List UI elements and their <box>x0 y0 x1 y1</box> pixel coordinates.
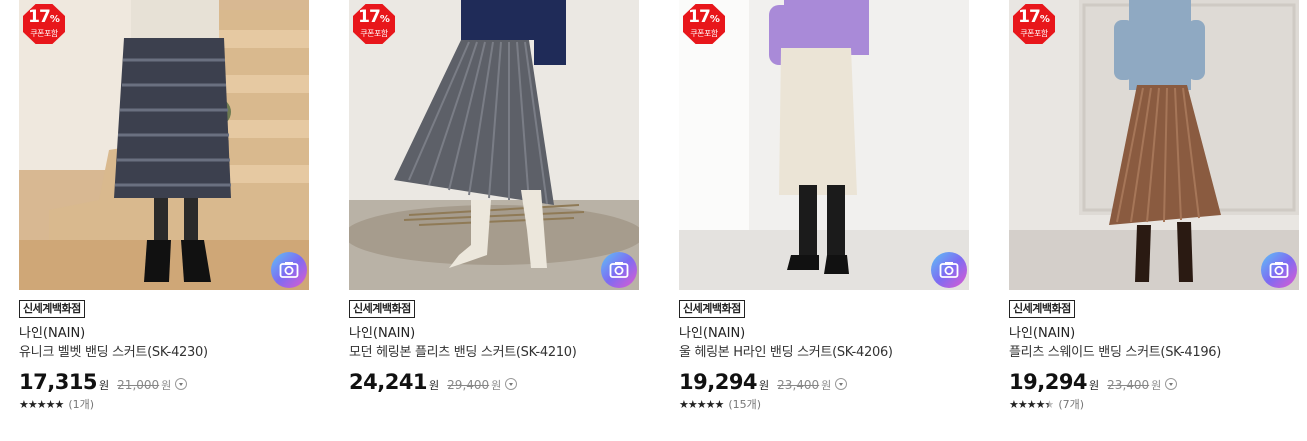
product-card[interactable]: 17% 쿠폰포함 신세계백화점 나인(NAIN) 유니크 벨벳 밴딩 스커트(S… <box>19 0 311 412</box>
review-count: (7개) <box>1058 398 1085 411</box>
original-price: 29,400 <box>447 378 490 392</box>
camera-icon <box>1269 262 1289 278</box>
coupon-percent: 17% <box>358 7 390 27</box>
product-image[interactable]: 17% 쿠폰포함 <box>679 0 969 290</box>
product-card[interactable]: 17% 쿠폰포함 신세계백화점 나인(NAIN) 모던 헤링본 플리츠 밴딩 스… <box>349 0 641 394</box>
rating-stars: ★★★★★ <box>1009 398 1054 411</box>
price-row: 24,241 원 29,400 원 <box>349 370 641 394</box>
product-name[interactable]: 모던 헤링본 플리츠 밴딩 스커트(SK-4210) <box>349 345 641 361</box>
price-unit: 원 <box>1089 379 1100 392</box>
coupon-label: 쿠폰포함 <box>360 29 388 38</box>
camera-icon <box>279 262 299 278</box>
coupon-label: 쿠폰포함 <box>1020 29 1048 38</box>
original-price-unit: 원 <box>1151 379 1162 392</box>
product-name[interactable]: 유니크 벨벳 밴딩 스커트(SK-4230) <box>19 345 311 361</box>
brand-name[interactable]: 나인(NAIN) <box>679 326 971 342</box>
price-info-icon[interactable] <box>505 378 518 390</box>
price-unit: 원 <box>99 379 110 392</box>
original-price: 23,400 <box>1107 378 1150 392</box>
brand-name[interactable]: 나인(NAIN) <box>19 326 311 342</box>
sale-price: 24,241 <box>349 370 428 394</box>
photo-review-button[interactable] <box>1261 252 1297 288</box>
product-name[interactable]: 울 헤링본 H라인 밴딩 스커트(SK-4206) <box>679 345 971 361</box>
price-info-icon[interactable] <box>835 378 848 390</box>
sale-price: 19,294 <box>679 370 758 394</box>
photo-review-button[interactable] <box>271 252 307 288</box>
original-price: 21,000 <box>117 378 160 392</box>
coupon-label: 쿠폰포함 <box>690 29 718 38</box>
store-tag: 신세계백화점 <box>679 300 745 318</box>
original-price: 23,400 <box>777 378 820 392</box>
original-price-unit: 원 <box>821 379 832 392</box>
price-row: 19,294 원 23,400 원 <box>679 370 971 394</box>
original-price-unit: 원 <box>491 379 502 392</box>
coupon-percent: 17% <box>1018 7 1050 27</box>
store-tag: 신세계백화점 <box>1009 300 1075 318</box>
camera-icon <box>939 262 959 278</box>
rating-stars: ★★★★★ <box>19 398 64 411</box>
brand-name[interactable]: 나인(NAIN) <box>349 326 641 342</box>
price-info-icon[interactable] <box>1165 378 1178 390</box>
rating-stars: ★★★★★ <box>679 398 724 411</box>
price-unit: 원 <box>759 379 770 392</box>
photo-review-button[interactable] <box>931 252 967 288</box>
price-unit: 원 <box>429 379 440 392</box>
product-image[interactable]: 17% 쿠폰포함 <box>19 0 309 290</box>
product-photo <box>1009 0 1299 290</box>
coupon-percent: 17% <box>28 7 60 27</box>
coupon-percent: 17% <box>688 7 720 27</box>
camera-icon <box>609 262 629 278</box>
coupon-label: 쿠폰포함 <box>30 29 58 38</box>
photo-review-button[interactable] <box>601 252 637 288</box>
review-count: (15개) <box>728 398 762 411</box>
store-tag: 신세계백화점 <box>19 300 85 318</box>
product-card[interactable]: 17% 쿠폰포함 신세계백화점 나인(NAIN) 플리츠 스웨이드 밴딩 스커트… <box>1009 0 1301 412</box>
review-count: (1개) <box>68 398 95 411</box>
rating-row[interactable]: ★★★★★ (1개) <box>19 398 311 412</box>
product-grid: 17% 쿠폰포함 신세계백화점 나인(NAIN) 유니크 벨벳 밴딩 스커트(S… <box>0 0 1307 441</box>
rating-row[interactable]: ★★★★★ (7개) <box>1009 398 1301 412</box>
product-photo <box>349 0 639 290</box>
sale-price: 17,315 <box>19 370 98 394</box>
price-info-icon[interactable] <box>175 378 188 390</box>
original-price-unit: 원 <box>161 379 172 392</box>
product-image[interactable]: 17% 쿠폰포함 <box>1009 0 1299 290</box>
product-photo <box>679 0 969 290</box>
brand-name[interactable]: 나인(NAIN) <box>1009 326 1301 342</box>
product-name[interactable]: 플리츠 스웨이드 밴딩 스커트(SK-4196) <box>1009 345 1301 361</box>
sale-price: 19,294 <box>1009 370 1088 394</box>
product-image[interactable]: 17% 쿠폰포함 <box>349 0 639 290</box>
store-tag: 신세계백화점 <box>349 300 415 318</box>
price-row: 17,315 원 21,000 원 <box>19 370 311 394</box>
rating-row[interactable]: ★★★★★ (15개) <box>679 398 971 412</box>
product-card[interactable]: 17% 쿠폰포함 신세계백화점 나인(NAIN) 울 헤링본 H라인 밴딩 스커… <box>679 0 971 412</box>
product-photo <box>19 0 309 290</box>
price-row: 19,294 원 23,400 원 <box>1009 370 1301 394</box>
